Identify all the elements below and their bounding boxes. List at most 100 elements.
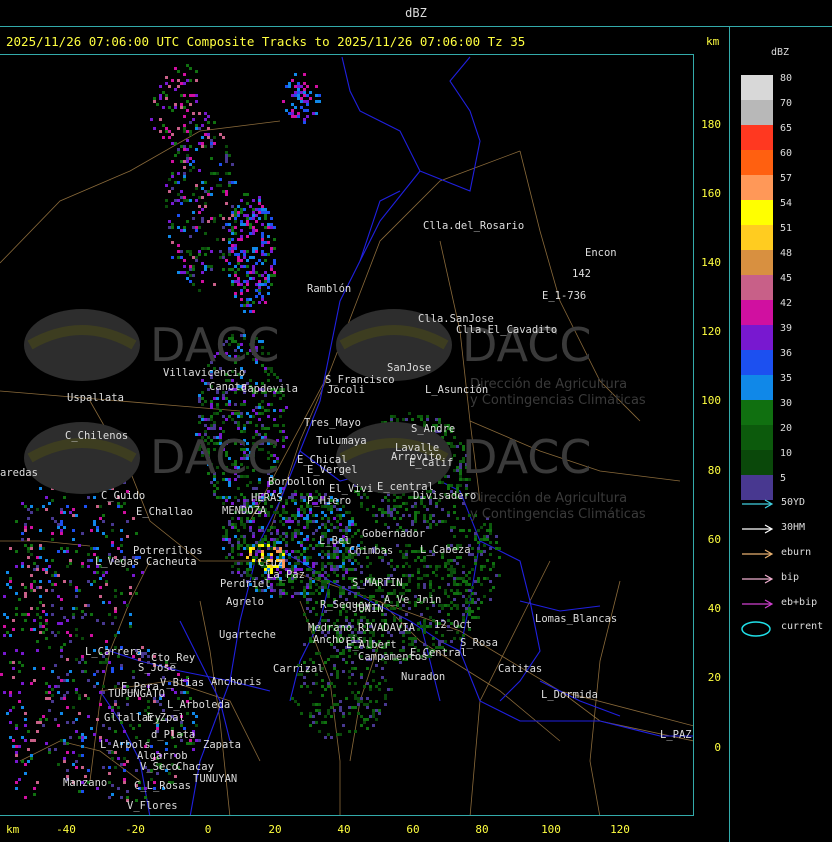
echo-pixel	[237, 487, 240, 490]
echo-pixel	[357, 691, 360, 694]
echo-pixel	[453, 559, 456, 562]
echo-pixel	[21, 760, 24, 763]
echo-pixel	[234, 271, 237, 274]
echo-pixel	[324, 571, 327, 574]
echo-pixel	[285, 544, 288, 547]
echo-pixel	[189, 253, 192, 256]
echo-pixel	[222, 397, 225, 400]
echo-pixel	[75, 607, 78, 610]
echo-pixel	[303, 73, 306, 76]
echo-pixel	[120, 664, 123, 667]
place-label: Divisadero	[413, 490, 477, 502]
echo-pixel	[207, 265, 210, 268]
echo-pixel	[108, 751, 111, 754]
echo-pixel	[366, 706, 369, 709]
echo-pixel	[333, 550, 336, 553]
echo-pixel	[354, 682, 357, 685]
echo-pixel	[303, 526, 306, 529]
echo-pixel	[246, 484, 249, 487]
echo-pixel	[6, 571, 9, 574]
echo-pixel	[459, 529, 462, 532]
echo-pixel	[366, 718, 369, 721]
echo-pixel	[330, 523, 333, 526]
echo-pixel	[330, 529, 333, 532]
echo-pixel	[315, 601, 318, 604]
echo-pixel	[33, 580, 36, 583]
echo-pixel	[408, 412, 411, 415]
echo-pixel	[264, 277, 267, 280]
echo-pixel	[171, 160, 174, 163]
echo-pixel	[183, 73, 186, 76]
echo-pixel	[210, 187, 213, 190]
echo-pixel	[54, 718, 57, 721]
echo-pixel	[174, 691, 177, 694]
echo-pixel	[252, 487, 255, 490]
echo-pixel	[87, 604, 90, 607]
echo-pixel	[204, 181, 207, 184]
echo-pixel	[234, 244, 237, 247]
echo-pixel	[93, 685, 96, 688]
track-legend-label: eb+bip	[781, 597, 818, 608]
echo-pixel	[174, 67, 177, 70]
echo-pixel	[60, 529, 63, 532]
echo-pixel	[246, 556, 249, 559]
echo-pixel	[228, 229, 231, 232]
echo-pixel	[207, 121, 210, 124]
echo-pixel	[201, 262, 204, 265]
legend-swatch	[741, 300, 773, 325]
echo-pixel	[438, 610, 441, 613]
echo-pixel	[201, 196, 204, 199]
echo-pixel	[21, 583, 24, 586]
echo-pixel	[180, 271, 183, 274]
echo-pixel	[324, 514, 327, 517]
window-title: dBZ	[405, 6, 427, 20]
echo-pixel	[273, 262, 276, 265]
echo-pixel	[66, 751, 69, 754]
echo-pixel	[324, 580, 327, 583]
echo-pixel	[183, 130, 186, 133]
echo-pixel	[465, 589, 468, 592]
echo-pixel	[57, 724, 60, 727]
echo-pixel	[279, 592, 282, 595]
echo-pixel	[15, 751, 18, 754]
echo-pixel	[240, 298, 243, 301]
legend-swatch	[741, 225, 773, 250]
echo-pixel	[24, 544, 27, 547]
echo-pixel	[339, 508, 342, 511]
echo-pixel	[333, 568, 336, 571]
echo-pixel	[336, 580, 339, 583]
echo-pixel	[225, 532, 228, 535]
echo-pixel	[267, 544, 270, 547]
echo-pixel	[264, 283, 267, 286]
echo-pixel	[309, 577, 312, 580]
echo-pixel	[366, 703, 369, 706]
echo-pixel	[309, 715, 312, 718]
echo-pixel	[183, 106, 186, 109]
echo-pixel	[327, 553, 330, 556]
echo-pixel	[492, 562, 495, 565]
echo-pixel	[45, 682, 48, 685]
echo-pixel	[180, 94, 183, 97]
echo-pixel	[216, 184, 219, 187]
echo-pixel	[435, 523, 438, 526]
echo-pixel	[201, 136, 204, 139]
echo-pixel	[171, 202, 174, 205]
echo-pixel	[360, 571, 363, 574]
echo-pixel	[267, 211, 270, 214]
echo-pixel	[315, 112, 318, 115]
echo-pixel	[93, 520, 96, 523]
echo-pixel	[45, 742, 48, 745]
echo-pixel	[465, 610, 468, 613]
echo-pixel	[321, 562, 324, 565]
echo-pixel	[195, 94, 198, 97]
echo-pixel	[228, 217, 231, 220]
echo-pixel	[255, 214, 258, 217]
echo-pixel	[48, 502, 51, 505]
echo-pixel	[204, 265, 207, 268]
echo-pixel	[51, 532, 54, 535]
echo-pixel	[39, 544, 42, 547]
echo-pixel	[225, 160, 228, 163]
echo-pixel	[291, 520, 294, 523]
echo-pixel	[300, 685, 303, 688]
echo-pixel	[234, 253, 237, 256]
